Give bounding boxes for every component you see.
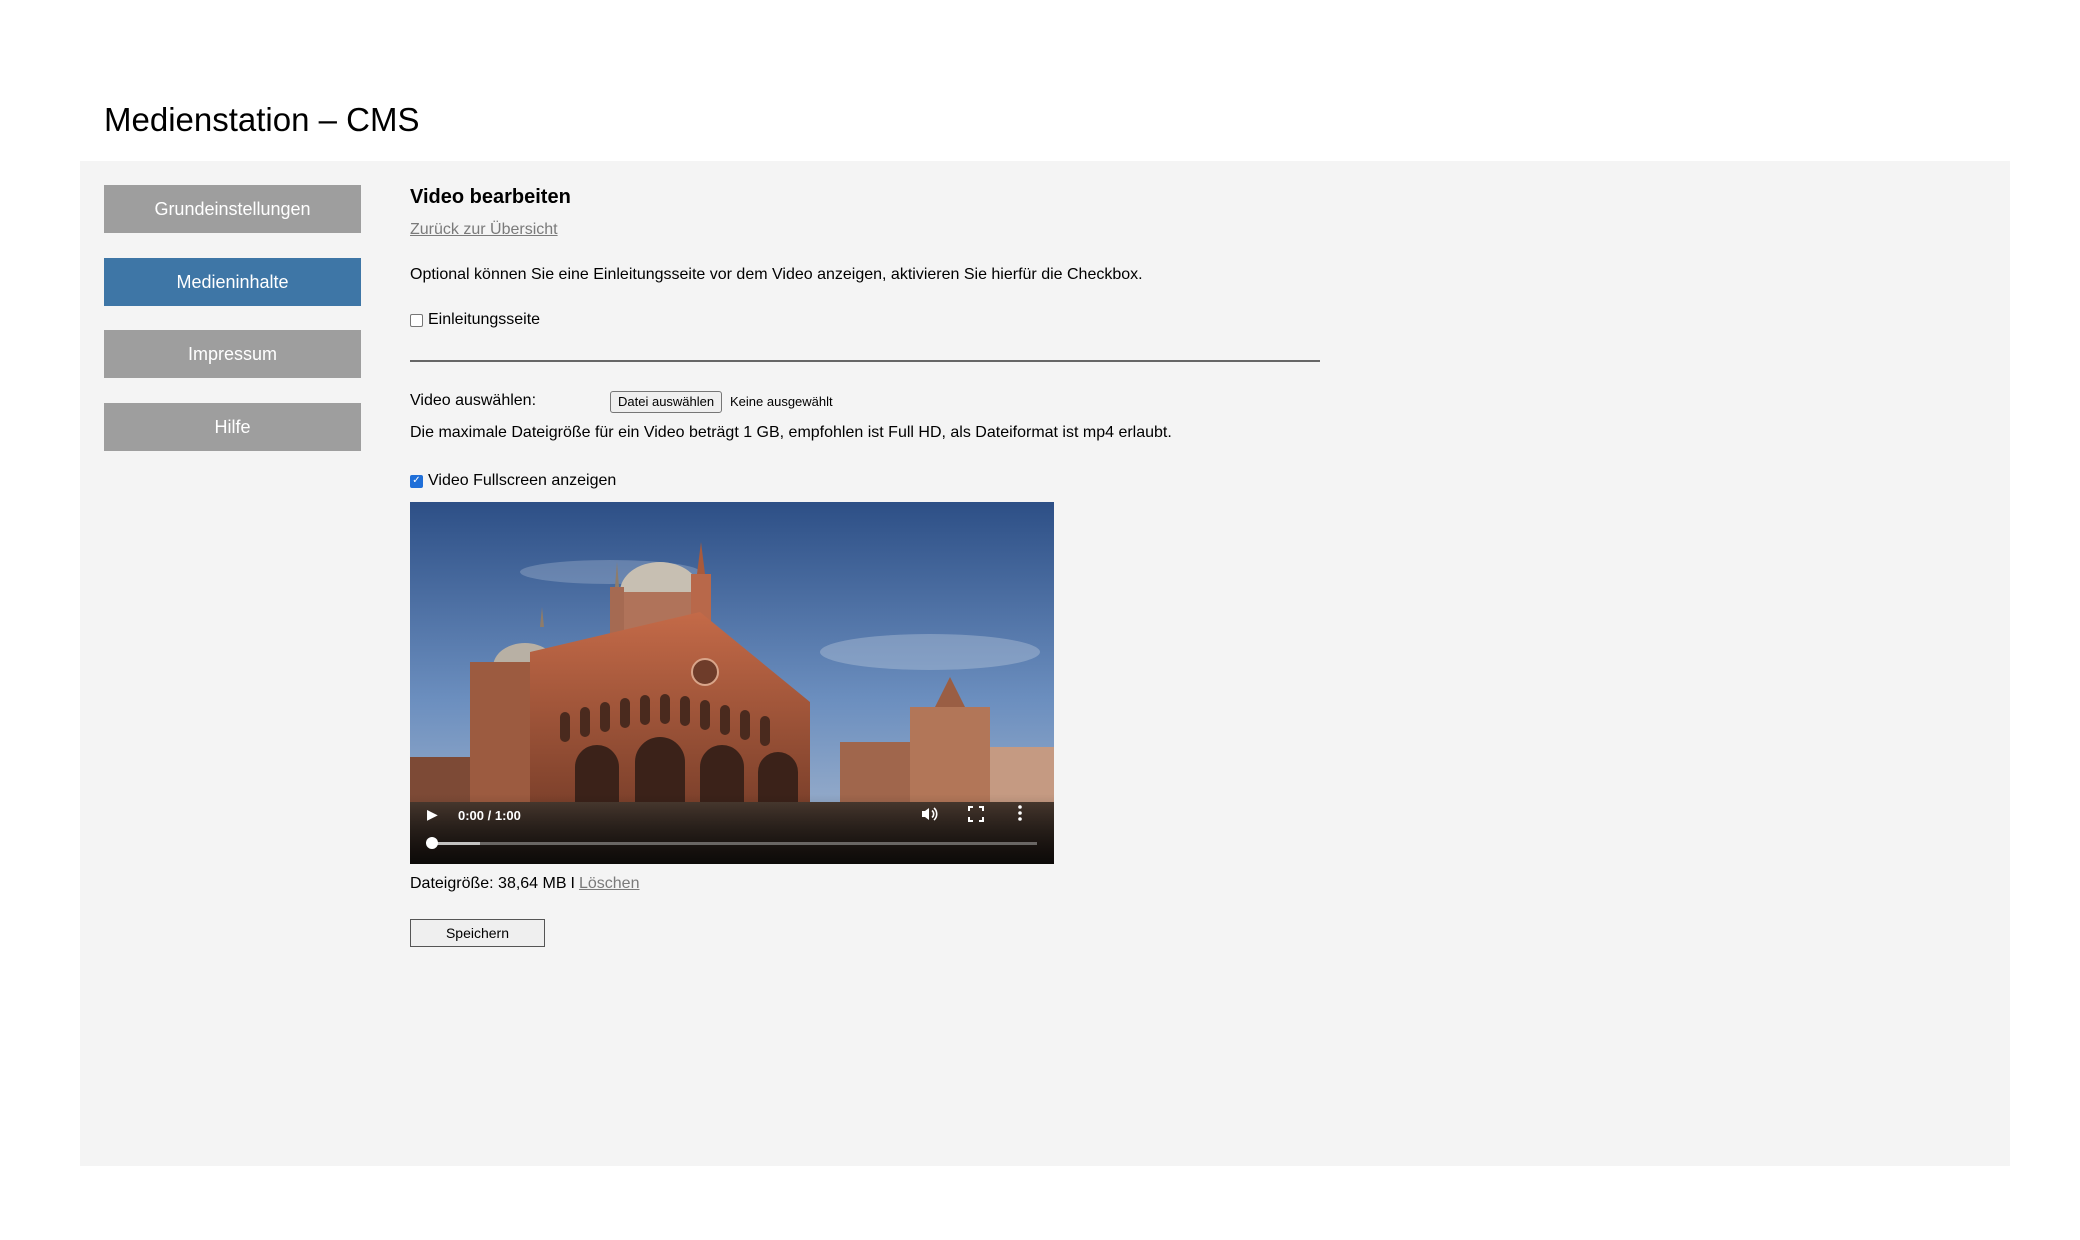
app-title: Medienstation – CMS	[104, 101, 420, 138]
file-selection-status: Keine ausgewählt	[730, 394, 833, 409]
back-to-overview-link[interactable]: Zurück zur Übersicht	[410, 221, 558, 239]
video-select-label: Video auswählen:	[410, 392, 537, 409]
play-icon[interactable]: ▶	[427, 806, 438, 823]
video-buffer-fill	[432, 842, 481, 845]
file-info-separator: I	[570, 875, 575, 892]
video-controls-bar	[410, 794, 1054, 864]
sidebar-item-medieninhalte[interactable]: Medieninhalte	[104, 258, 361, 306]
video-progress-knob[interactable]	[426, 837, 438, 849]
fullscreen-option[interactable]: ✓ Video Fullscreen anzeigen	[410, 472, 616, 490]
content-area: Video bearbeiten Zurück zur Übersicht Op…	[410, 161, 1970, 1166]
video-progress-bar[interactable]	[432, 842, 1037, 845]
save-button[interactable]: Speichern	[410, 919, 545, 947]
sidebar-item-label: Hilfe	[214, 416, 251, 437]
fullscreen-checkbox[interactable]: ✓	[410, 474, 423, 488]
intro-page-checkbox[interactable]	[410, 313, 423, 327]
more-options-icon[interactable]	[1017, 804, 1023, 827]
video-time-display: 0:00 / 1:00	[458, 808, 521, 823]
video-player[interactable]: ▶ 0:00 / 1:00	[410, 502, 1054, 864]
page-title: Video bearbeiten	[410, 186, 571, 208]
fullscreen-icon[interactable]	[968, 806, 984, 827]
section-divider	[410, 360, 1320, 362]
file-requirements-hint: Die maximale Dateigröße für ein Video be…	[410, 424, 1172, 441]
file-info: Dateigröße: 38,64 MB I Löschen	[410, 875, 639, 893]
sidebar-item-hilfe[interactable]: Hilfe	[104, 403, 361, 451]
delete-video-link[interactable]: Löschen	[579, 875, 640, 893]
fullscreen-checkbox-label: Video Fullscreen anzeigen	[428, 472, 617, 489]
sidebar-item-label: Impressum	[187, 343, 277, 364]
sidebar-item-grundeinstellungen[interactable]: Grundeinstellungen	[104, 185, 361, 233]
intro-page-option[interactable]: Einleitungsseite	[410, 311, 540, 329]
sidebar-item-impressum[interactable]: Impressum	[104, 330, 361, 378]
file-size-label: Dateigröße: 38,64 MB	[410, 875, 567, 892]
volume-icon[interactable]	[920, 805, 938, 828]
sidebar-item-label: Medieninhalte	[176, 271, 289, 292]
sidebar-item-label: Grundeinstellungen	[154, 198, 311, 219]
intro-description: Optional können Sie eine Einleitungsseit…	[410, 266, 1143, 283]
intro-page-checkbox-label: Einleitungsseite	[428, 311, 541, 328]
main-panel: Grundeinstellungen Medieninhalte Impress…	[80, 161, 2010, 1166]
choose-file-button[interactable]: Datei auswählen	[610, 391, 723, 413]
